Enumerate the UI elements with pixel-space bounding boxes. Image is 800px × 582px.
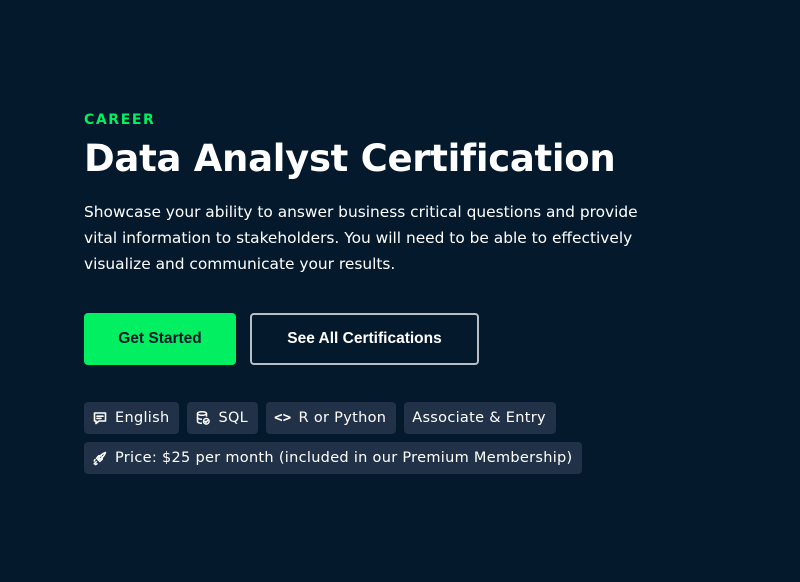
price-tag: Price: $25 per month (included in our Pr… (84, 442, 582, 474)
level-tag-label: Associate & Entry (412, 410, 546, 426)
price-tag-label: Price: $25 per month (included in our Pr… (115, 450, 573, 466)
rocket-icon (92, 450, 108, 466)
level-tag: Associate & Entry (404, 402, 556, 434)
language-tag-label: English (115, 410, 170, 426)
programming-tag: <> R or Python (266, 402, 397, 434)
category-eyebrow: CAREER (84, 112, 156, 128)
programming-tag-label: R or Python (298, 410, 387, 426)
see-all-certifications-button[interactable]: See All Certifications (250, 313, 479, 365)
technology-tag: SQL (187, 402, 259, 434)
action-buttons: Get Started See All Certifications (84, 313, 744, 365)
page-title: Data Analyst Certification (84, 137, 616, 180)
database-icon (195, 410, 211, 426)
certification-tags: English SQL <> R or Python Associate & E… (84, 402, 604, 474)
code-icon: <> (274, 410, 292, 426)
technology-tag-label: SQL (218, 410, 249, 426)
get-started-button[interactable]: Get Started (84, 313, 236, 365)
language-tag: English (84, 402, 180, 434)
certification-hero: CAREER Data Analyst Certification Showca… (84, 111, 744, 474)
chat-icon (92, 410, 108, 426)
certification-description: Showcase your ability to answer business… (84, 203, 638, 273)
